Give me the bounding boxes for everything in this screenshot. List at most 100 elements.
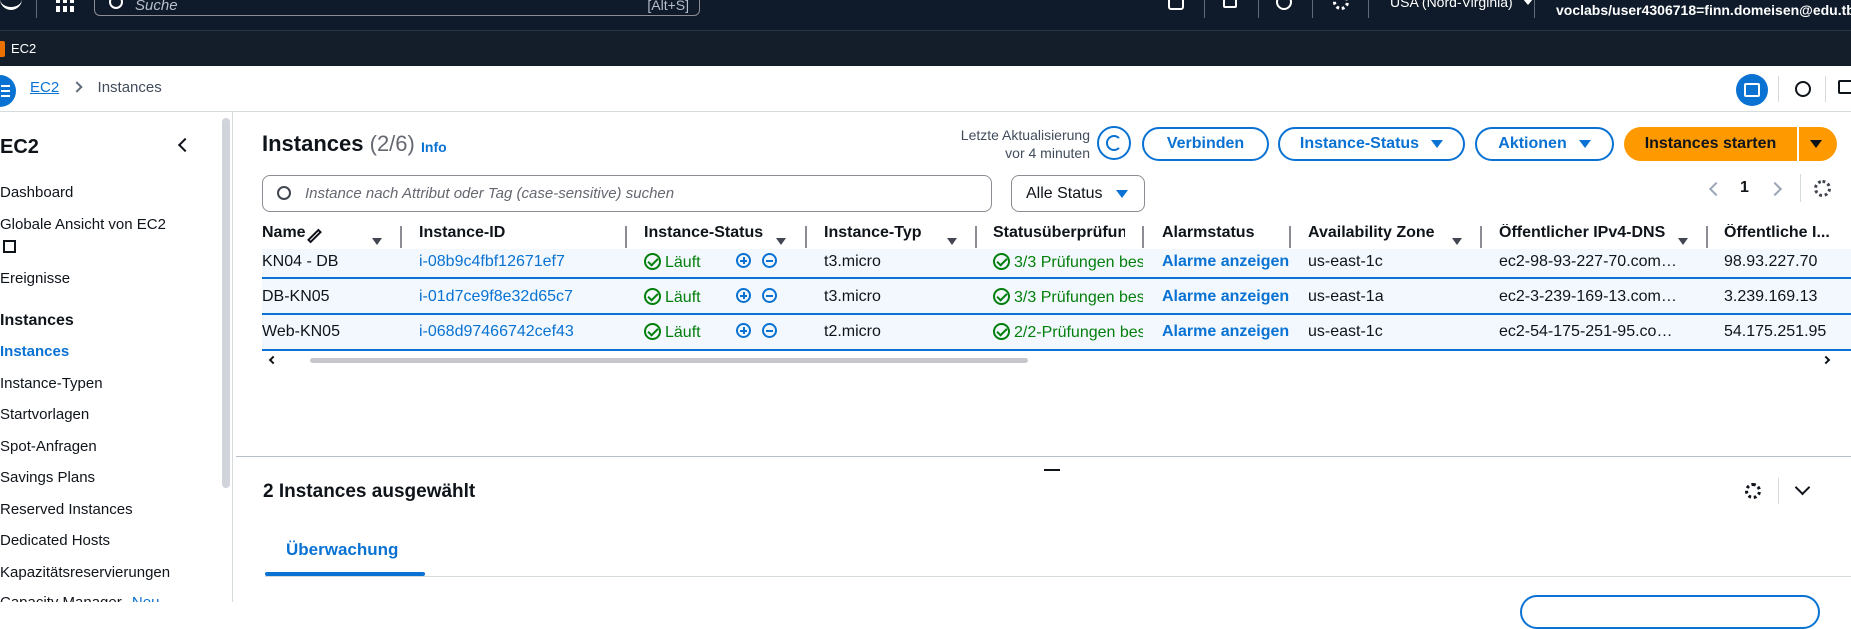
search-input[interactable]: Suche [Alt+S] [94, 0, 700, 16]
column-header-instance-state[interactable]: Instance-Status [644, 224, 774, 242]
instance-id-link[interactable]: i-068d97466742cef43 [419, 323, 574, 341]
sidebar-item-savings-plans[interactable]: Savings Plans [0, 469, 95, 486]
divider [1825, 76, 1826, 102]
service-shortcut-ec2[interactable]: EC2 [11, 41, 36, 56]
aws-logo[interactable] [0, 0, 22, 10]
menu-toggle-button[interactable] [0, 75, 16, 107]
instance-filter-input[interactable]: Instance nach Attribut oder Tag (case-se… [262, 175, 992, 212]
account-menu[interactable]: voclabs/user4306718=finn.domeisen@edu.tb… [1556, 2, 1851, 18]
cloudshell-icon[interactable] [1168, 0, 1184, 10]
filter-caret-icon[interactable] [1678, 232, 1688, 250]
divider [1534, 0, 1535, 18]
check-circle-icon [644, 323, 661, 340]
column-separator[interactable] [1480, 226, 1482, 248]
region-selector[interactable]: USA (Nord-Virginia) [1390, 0, 1533, 10]
view-alarms-link[interactable]: Alarme anzeigen [1162, 253, 1289, 271]
sidebar-item-launch-templates[interactable]: Startvorlagen [0, 406, 89, 423]
status-check: 3/3 Prüfungen bestanden [993, 288, 1143, 307]
sidebar-item-reserved-instances[interactable]: Reserved Instances [0, 501, 133, 518]
top-navigation-bar: Suche [Alt+S] USA (Nord-Virginia) voclab… [0, 0, 1851, 30]
sidebar-item-spot-requests[interactable]: Spot-Anfragen [0, 438, 97, 455]
connect-button[interactable]: Verbinden [1142, 127, 1269, 161]
zoom-in-icon[interactable] [736, 253, 751, 271]
instance-id-link[interactable]: i-08b9c4fbf12671ef7 [419, 253, 565, 271]
filter-caret-icon[interactable] [372, 232, 382, 250]
search-icon [277, 186, 291, 200]
view-alarms-link[interactable]: Alarme anzeigen [1162, 323, 1289, 341]
sidebar-item-dedicated-hosts[interactable]: Dedicated Hosts [0, 532, 110, 549]
sidebar-scrollbar[interactable] [222, 118, 230, 488]
tabs-divider [265, 576, 1851, 577]
feedback-icon[interactable] [1838, 80, 1851, 94]
breadcrumb-ec2-link[interactable]: EC2 [30, 79, 59, 96]
zoom-in-icon[interactable] [736, 323, 751, 341]
column-separator[interactable] [625, 226, 627, 248]
sidebar-item-global-view[interactable]: Globale Ansicht von EC2 [0, 216, 166, 233]
details-settings-gear-icon[interactable] [1745, 483, 1761, 499]
services-grid-icon[interactable] [56, 0, 76, 12]
instance-state-dropdown[interactable]: Instance-Status [1278, 127, 1465, 161]
breadcrumb-bar: EC2 Instances [0, 66, 1851, 112]
launch-instances-button[interactable]: Instances starten [1624, 127, 1797, 161]
notifications-icon[interactable] [1223, 0, 1237, 8]
panel-toggle-button[interactable] [1736, 74, 1768, 106]
column-header-instance-type[interactable]: Instance-Typ [824, 224, 944, 242]
column-separator[interactable] [975, 226, 977, 248]
column-header-alarm-status[interactable]: Alarmstatus [1162, 224, 1282, 242]
column-separator[interactable] [805, 226, 807, 248]
panel-action-button[interactable] [1520, 595, 1820, 629]
table-row[interactable]: DB-KN05 i-01d7ce9f8e32d65c7 Läuft t3.mic… [262, 279, 1851, 315]
filter-caret-icon[interactable] [947, 232, 957, 250]
sidebar-item-instance-types[interactable]: Instance-Typen [0, 375, 103, 392]
settings-gear-icon[interactable] [1333, 0, 1349, 10]
chevron-right-icon [71, 81, 84, 93]
zoom-out-icon[interactable] [762, 253, 777, 271]
help-icon[interactable] [1276, 0, 1292, 10]
sidebar-item-instances[interactable]: Instances [0, 343, 69, 360]
column-header-public-ipv4[interactable]: Öffentliche I... [1724, 224, 1851, 242]
refresh-button[interactable] [1097, 126, 1131, 160]
view-alarms-link[interactable]: Alarme anzeigen [1162, 288, 1289, 306]
panel-icon [1744, 83, 1760, 97]
column-separator[interactable] [1706, 226, 1708, 248]
column-header-public-ipv4-dns[interactable]: Öffentlicher IPv4-DNS [1499, 224, 1679, 242]
sidebar-item-capacity-reservations[interactable]: Kapazitätsreservierungen [0, 564, 170, 581]
status-filter-value: Alle Status [1026, 184, 1103, 202]
cell-public-ip: 98.93.227.70 [1724, 253, 1818, 270]
filter-caret-icon[interactable] [776, 232, 786, 250]
region-label: USA (Nord-Virginia) [1390, 0, 1513, 10]
actions-dropdown[interactable]: Aktionen [1475, 127, 1614, 161]
table-settings-gear-icon[interactable] [1814, 180, 1831, 197]
tab-monitoring[interactable]: Überwachung [286, 540, 398, 560]
table-row[interactable]: KN04 - DB i-08b9c4fbf12671ef7 Läuft t3.m… [262, 249, 1851, 279]
page-number[interactable]: 1 [1740, 179, 1749, 197]
instance-id-link[interactable]: i-01d7ce9f8e32d65c7 [419, 288, 573, 306]
sidebar-item-events[interactable]: Ereignisse [0, 270, 70, 287]
column-separator[interactable] [400, 226, 402, 248]
table-row[interactable]: Web-KN05 i-068d97466742cef43 Läuft t2.mi… [262, 315, 1851, 351]
launch-label: Instances starten [1644, 135, 1777, 152]
column-header-instance-id[interactable]: Instance-ID [419, 224, 619, 242]
column-separator[interactable] [1289, 226, 1291, 248]
info-link[interactable]: Info [421, 139, 447, 155]
status-filter-select[interactable]: Alle Status [1011, 175, 1145, 212]
zoom-out-icon[interactable] [762, 288, 777, 306]
tools-icon[interactable] [1795, 81, 1811, 97]
zoom-out-icon[interactable] [762, 323, 777, 341]
breadcrumb-current: Instances [97, 79, 162, 96]
column-header-status-check[interactable]: Statusüberprüfung [993, 224, 1125, 242]
split-panel-divider[interactable] [236, 456, 1851, 457]
actions-label: Aktionen [1498, 135, 1567, 152]
launch-options-dropdown[interactable] [1799, 127, 1837, 161]
sidebar-item-dashboard[interactable]: Dashboard [0, 184, 73, 201]
resize-handle[interactable] [1044, 469, 1060, 471]
filter-caret-icon[interactable] [1452, 232, 1462, 250]
column-header-availability-zone[interactable]: Availability Zone [1308, 224, 1448, 242]
collapse-sidebar-button[interactable] [177, 137, 193, 153]
cell-instance-type: t3.micro [824, 253, 881, 270]
column-separator[interactable] [1142, 226, 1144, 248]
sidebar-item-capacity-manager[interactable]: Capacity Manager Neu [0, 594, 159, 602]
zoom-in-icon[interactable] [736, 288, 751, 306]
horizontal-scrollbar[interactable] [310, 358, 1028, 363]
status-check-label: 3/3 Prüfungen bestanden [1014, 289, 1143, 306]
